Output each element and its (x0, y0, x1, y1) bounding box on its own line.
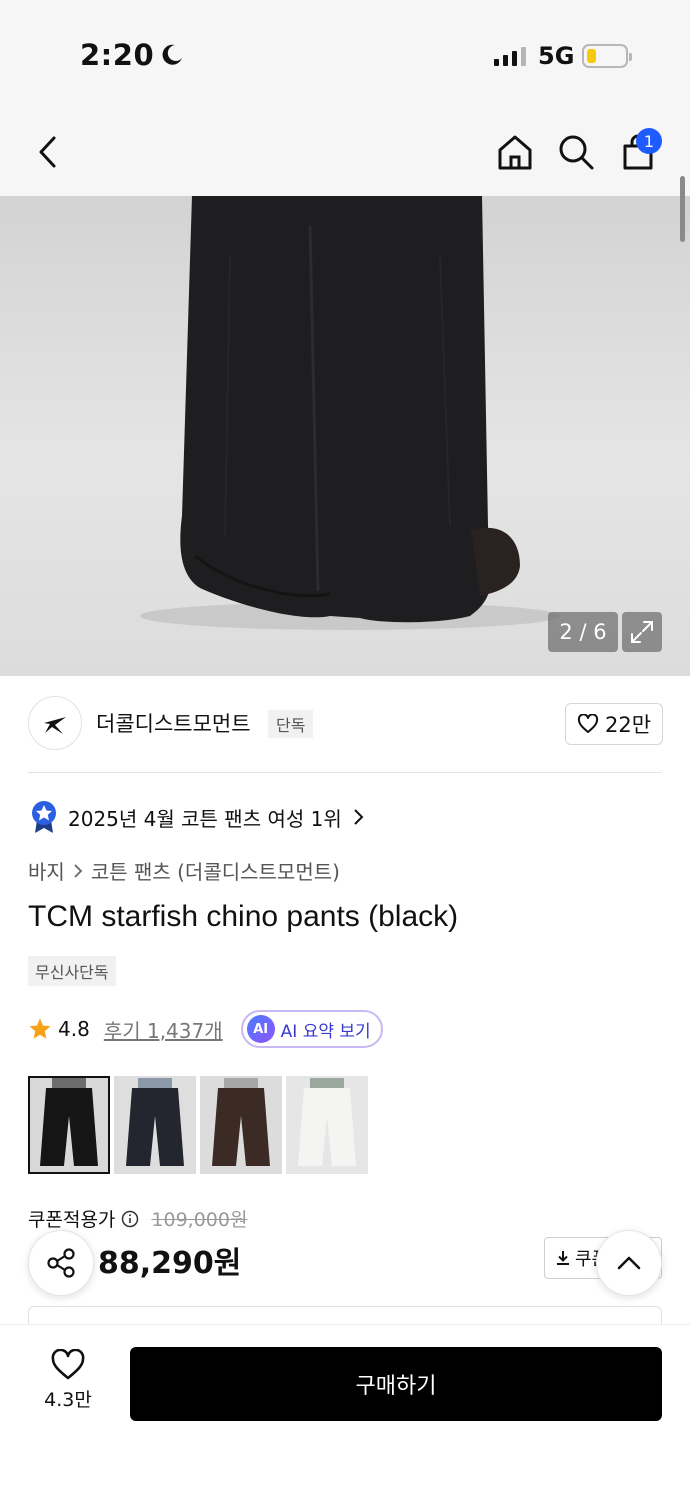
thumbnail-image (114, 1076, 196, 1174)
ranking-link[interactable]: 2025년 4월 코튼 팬츠 여성 1위 (30, 800, 364, 834)
home-icon (498, 135, 532, 170)
ai-summary-label: AI 요약 보기 (280, 1021, 371, 1042)
info-icon[interactable] (121, 1210, 139, 1228)
rating-row: 4.8 후기 1,437개 AI AI 요약 보기 (28, 1010, 383, 1048)
bottom-action-bar: 4.3만 구매하기 (0, 1324, 690, 1500)
breadcrumb: 바지 코튼 팬츠 (더콜디스트모먼트) (28, 856, 340, 885)
buy-button[interactable]: 구매하기 (130, 1347, 662, 1421)
star-icon (29, 1018, 51, 1039)
heart-icon (51, 1349, 85, 1380)
status-bar: 2:20 5G (0, 0, 690, 110)
brand-logo[interactable] (28, 696, 82, 750)
expand-button[interactable] (622, 612, 662, 652)
thumbnail-black[interactable] (28, 1076, 110, 1174)
breadcrumb-subcategory[interactable]: 코튼 팬츠 (더콜디스트모먼트) (91, 856, 340, 885)
thumbnail-image (286, 1076, 368, 1174)
ranking-medal-icon (32, 801, 56, 833)
chevron-left-icon (39, 136, 56, 168)
chevron-right-icon (74, 863, 83, 878)
starfish-logo-icon (44, 717, 66, 734)
clock-text: 2:20 (80, 38, 155, 72)
thumbnail-brown[interactable] (200, 1076, 282, 1174)
exclusive-badge: 무신사단독 (28, 956, 116, 986)
scroll-indicator (680, 176, 685, 242)
ai-summary-button[interactable]: AI AI 요약 보기 (240, 1010, 383, 1048)
cart-count-badge: 1 (636, 128, 662, 154)
final-price: 88,290원 (98, 1246, 242, 1281)
color-thumbnails (28, 1076, 368, 1174)
home-button[interactable] (493, 130, 537, 174)
thumbnail-white[interactable] (286, 1076, 368, 1174)
heart-icon (577, 714, 599, 733)
product-title: TCM starfish chino pants (black) (28, 900, 459, 933)
moon-icon (162, 44, 183, 65)
back-button[interactable] (26, 130, 70, 174)
brand-like-button[interactable]: 22만 (565, 703, 663, 745)
thumbnail-navy[interactable] (114, 1076, 196, 1174)
product-photo (140, 196, 560, 630)
download-icon (557, 1251, 569, 1265)
chevron-up-icon (617, 1256, 641, 1270)
original-price: 109,000원 (151, 1209, 248, 1231)
search-icon (559, 135, 594, 170)
brand-row: 더콜디스트모먼트 단독 22만 (0, 676, 690, 772)
brand-exclusive-tag: 단독 (268, 710, 314, 738)
product-like-button[interactable]: 4.3만 (30, 1349, 106, 1412)
signal-icon (494, 46, 526, 66)
chevron-right-icon (354, 809, 364, 825)
share-button[interactable] (28, 1230, 94, 1296)
brand-name[interactable]: 더콜디스트모먼트 (96, 708, 251, 738)
network-label: 5G (538, 42, 575, 70)
thumbnail-image (28, 1076, 110, 1174)
scroll-top-button[interactable] (596, 1230, 662, 1296)
image-counter: 2 / 6 (548, 612, 618, 652)
brand-like-count: 22만 (604, 713, 652, 737)
breadcrumb-category[interactable]: 바지 (28, 856, 65, 885)
search-button[interactable] (554, 130, 598, 174)
review-link[interactable]: 후기 1,437개 (104, 1015, 223, 1044)
coupon-price-label: 쿠폰적용가 (28, 1209, 116, 1231)
price-label-row: 쿠폰적용가 109,000원 (28, 1205, 247, 1232)
rating-value: 4.8 (58, 1017, 90, 1041)
product-image[interactable] (0, 196, 690, 676)
battery-icon (582, 44, 632, 68)
top-nav (0, 110, 690, 196)
thumbnail-image (200, 1076, 282, 1174)
expand-icon (631, 621, 653, 643)
ai-icon: AI (246, 1015, 275, 1043)
product-like-count: 4.3만 (44, 1389, 92, 1411)
share-icon (47, 1248, 75, 1278)
divider (28, 772, 662, 773)
ranking-text: 2025년 4월 코튼 팬츠 여성 1위 (68, 806, 342, 831)
status-time: 2:20 (80, 38, 184, 72)
